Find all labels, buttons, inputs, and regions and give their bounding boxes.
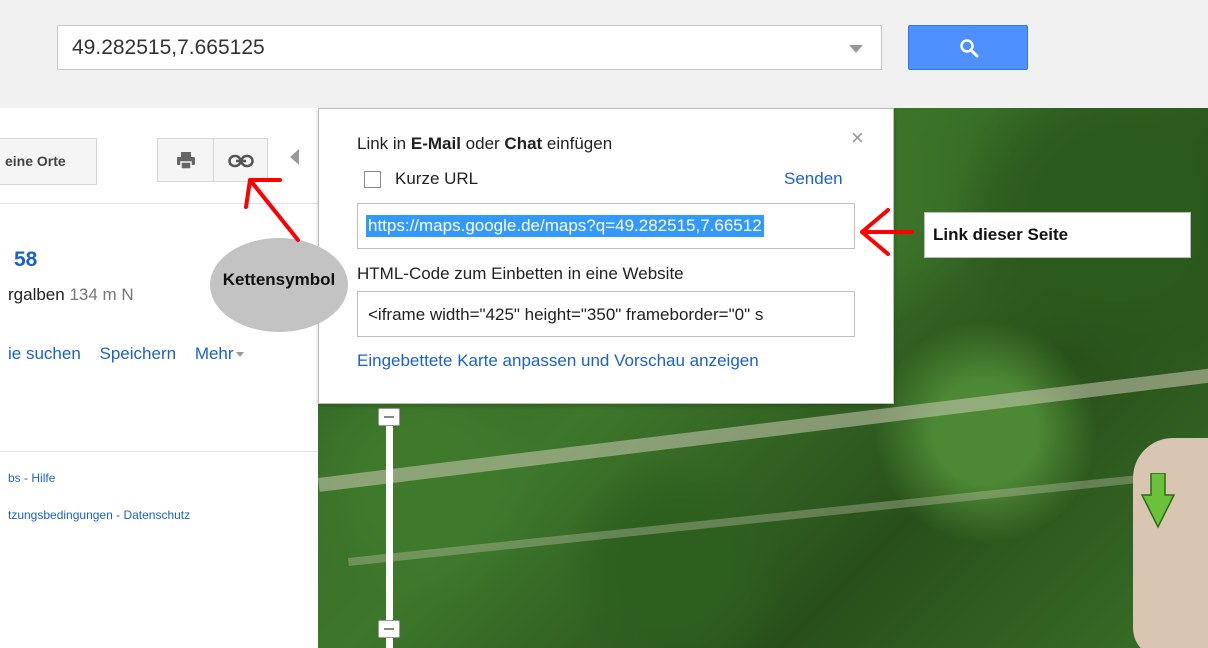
annotation-arrow-url (860, 208, 914, 256)
annotation-arrows (244, 178, 914, 256)
annotation-arrow-chain (244, 178, 300, 242)
